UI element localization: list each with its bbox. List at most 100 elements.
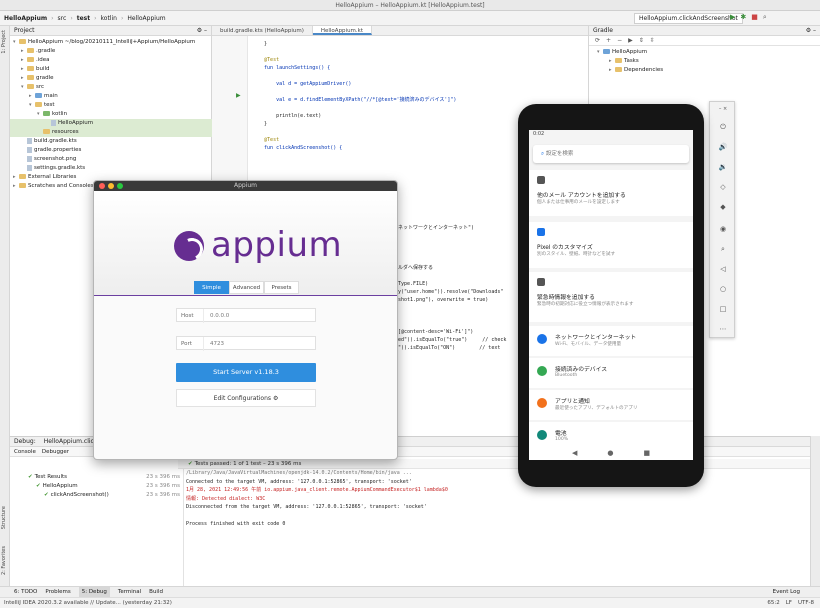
project-tree-item[interactable]: ▾ src — [10, 83, 212, 92]
code-line[interactable]: } — [252, 120, 456, 128]
power-icon[interactable]: ⏻ — [718, 122, 728, 132]
volume-up-icon[interactable]: 🔊 — [718, 142, 728, 152]
test-result-item[interactable]: ✔ HelloAppium 23 s 396 ms — [24, 482, 184, 491]
code-line[interactable]: ネットワークとインターネット") — [398, 224, 506, 232]
host-value[interactable]: 0.0.0.0 — [203, 309, 229, 323]
code-line[interactable]: @Test — [252, 56, 456, 64]
code-line[interactable] — [252, 104, 456, 112]
line-separator[interactable]: LF — [786, 598, 792, 609]
console-line[interactable]: 情報: Detected dialect: W3C — [186, 495, 796, 504]
code-line[interactable]: } — [252, 40, 456, 48]
code-line[interactable]: y("user.home")).resolve("Downloads" — [398, 288, 506, 296]
code-line[interactable]: ルダへ保存する — [398, 264, 506, 272]
breadcrumb-kotlin[interactable]: kotlin — [101, 15, 117, 22]
project-tree-item[interactable]: gradle.properties — [10, 146, 212, 155]
more-icon[interactable]: ⋯ — [718, 324, 728, 334]
search-everywhere-icon[interactable]: ⌕ — [763, 13, 767, 22]
panel-settings-icon[interactable]: ⚙ – — [197, 26, 207, 35]
gradle-tasks[interactable]: ▸ Tasks — [597, 57, 812, 66]
nav-home-icon[interactable]: ● — [607, 446, 613, 460]
tab-presets[interactable]: Presets — [264, 281, 299, 294]
run-icon[interactable]: ▶ — [628, 36, 633, 45]
debug-tab[interactable]: 5: Debug — [78, 587, 110, 597]
code-line[interactable] — [398, 248, 506, 256]
settings-item[interactable]: Pixel のカスタマイズ 別のスタイル、壁紙、時計などを試す — [529, 222, 693, 268]
project-tree-item[interactable]: ▸ build — [10, 65, 212, 74]
refresh-icon[interactable]: ⟳ — [595, 36, 600, 45]
code-line[interactable] — [252, 48, 456, 56]
console-line[interactable]: 1月 28, 2021 12:49:56 午前 io.appium.java_c… — [186, 486, 796, 495]
project-tree-item[interactable]: ▸ .idea — [10, 56, 212, 65]
code-line[interactable]: println(e.text) — [252, 112, 456, 120]
host-field[interactable]: Host 0.0.0.0 — [176, 308, 316, 323]
project-tree-item[interactable]: resources — [10, 128, 212, 137]
minus-icon[interactable]: − — [617, 36, 622, 45]
project-tool-tab[interactable]: 1: Project — [1, 30, 7, 54]
code-line[interactable] — [252, 72, 456, 80]
minimize-window-icon[interactable] — [108, 183, 114, 189]
project-tree-item[interactable]: ▸ gradle — [10, 74, 212, 83]
emulator-close-icon[interactable]: – × — [718, 104, 728, 114]
code-line[interactable] — [252, 88, 456, 96]
tab-advanced[interactable]: Advanced — [229, 281, 264, 294]
breadcrumb-project[interactable]: HelloAppium — [4, 15, 47, 22]
code-line[interactable] — [398, 312, 506, 320]
settings-item[interactable]: 電池 100% — [529, 422, 693, 448]
settings-item[interactable]: アプリと通知 最近使ったアプリ、デフォルトのアプリ — [529, 390, 693, 420]
console-tab[interactable]: Console — [14, 447, 36, 456]
terminal-tab[interactable]: Terminal — [118, 587, 141, 597]
run-test-gutter-icon[interactable]: ▶ — [236, 92, 241, 99]
test-result-item[interactable]: ✔ Test Results 23 s 396 ms — [24, 473, 184, 482]
camera-icon[interactable]: ◉ — [718, 224, 728, 234]
test-result-item[interactable]: ✔ clickAndScreenshot() 23 s 396 ms — [24, 491, 184, 500]
debug-config-tab[interactable]: HelloAppium.click — [44, 437, 98, 446]
console-line[interactable]: Disconnected from the target VM, address… — [186, 503, 796, 512]
nav-recents-icon[interactable]: ■ — [643, 446, 650, 460]
debug-icon[interactable]: ✱ — [740, 13, 746, 22]
console-line[interactable]: /Library/Java/JavaVirtualMachines/openjd… — [186, 469, 796, 478]
start-server-button[interactable]: Start Server v1.18.3 — [176, 363, 316, 382]
project-panel-title[interactable]: Project — [14, 26, 35, 35]
rotate-right-icon[interactable]: ◆ — [718, 202, 728, 212]
panel-settings-icon[interactable]: ⚙ – — [806, 26, 816, 35]
code-line[interactable]: ")).isEqualTo("ON") // text — [398, 344, 506, 352]
settings-item[interactable]: 緊急時情報を追加する 緊急時の初期対応に役立つ情報が表示されます — [529, 272, 693, 322]
debugger-tab[interactable]: Debugger — [42, 447, 69, 456]
maximize-window-icon[interactable] — [117, 183, 123, 189]
project-tree-item[interactable]: build.gradle.kts — [10, 137, 212, 146]
breadcrumb-src[interactable]: src — [58, 15, 67, 22]
project-tree-item[interactable]: settings.gradle.kts — [10, 164, 212, 173]
settings-item[interactable]: ネットワークとインターネット Wi-Fi、モバイル、データ使用量 — [529, 326, 693, 356]
run-configuration-select[interactable]: HelloAppium.clickAndScreenshot — [634, 13, 743, 24]
edit-configurations-button[interactable]: Edit Configurations ⚙ — [176, 389, 316, 407]
project-tree-item[interactable]: ▸ .gradle — [10, 47, 212, 56]
project-tree-item[interactable]: HelloAppium — [10, 119, 212, 128]
tab-simple[interactable]: Simple — [194, 281, 229, 294]
cursor-position[interactable]: 65:2 — [767, 598, 779, 609]
project-tree-item[interactable]: ▾ HelloAppium ~/blog/20210111_IntelliJ+Ap… — [10, 38, 212, 47]
code-line[interactable] — [252, 128, 456, 136]
home-icon[interactable]: ○ — [718, 284, 728, 294]
gradle-dependencies[interactable]: ▸ Dependencies — [597, 66, 812, 75]
gradle-root[interactable]: ▾ HelloAppium — [597, 48, 812, 57]
tab-build-gradle[interactable]: build.gradle.kts (HelloAppium) — [212, 26, 313, 35]
project-tree-item[interactable]: ▸ main — [10, 92, 212, 101]
console-line[interactable] — [186, 512, 796, 521]
code-line[interactable] — [398, 320, 506, 328]
code-lines[interactable]: } @Test fun launchSettings() { val d = g… — [252, 40, 456, 152]
console-output[interactable]: /Library/Java/JavaVirtualMachines/openjd… — [186, 469, 796, 529]
expand-icon[interactable]: ⇕ — [639, 36, 644, 45]
add-icon[interactable]: + — [606, 36, 611, 45]
code-line[interactable] — [398, 232, 506, 240]
project-tree-item[interactable]: ▾ test — [10, 101, 212, 110]
code-line[interactable] — [398, 304, 506, 312]
run-icon[interactable]: ▶ — [730, 13, 735, 22]
code-line[interactable] — [398, 272, 506, 280]
rotate-left-icon[interactable]: ◇ — [718, 182, 728, 192]
code-line[interactable]: val e = d.findElementByXPath("//*[@text=… — [252, 96, 456, 104]
port-field[interactable]: Port 4723 — [176, 336, 316, 351]
code-line[interactable]: fun clickAndScreenshot() { — [252, 144, 456, 152]
settings-item[interactable]: 接続済みのデバイス Bluetooth — [529, 358, 693, 388]
zoom-icon[interactable]: ⌕ — [718, 244, 728, 254]
breadcrumb-file[interactable]: HelloAppium — [127, 15, 165, 22]
